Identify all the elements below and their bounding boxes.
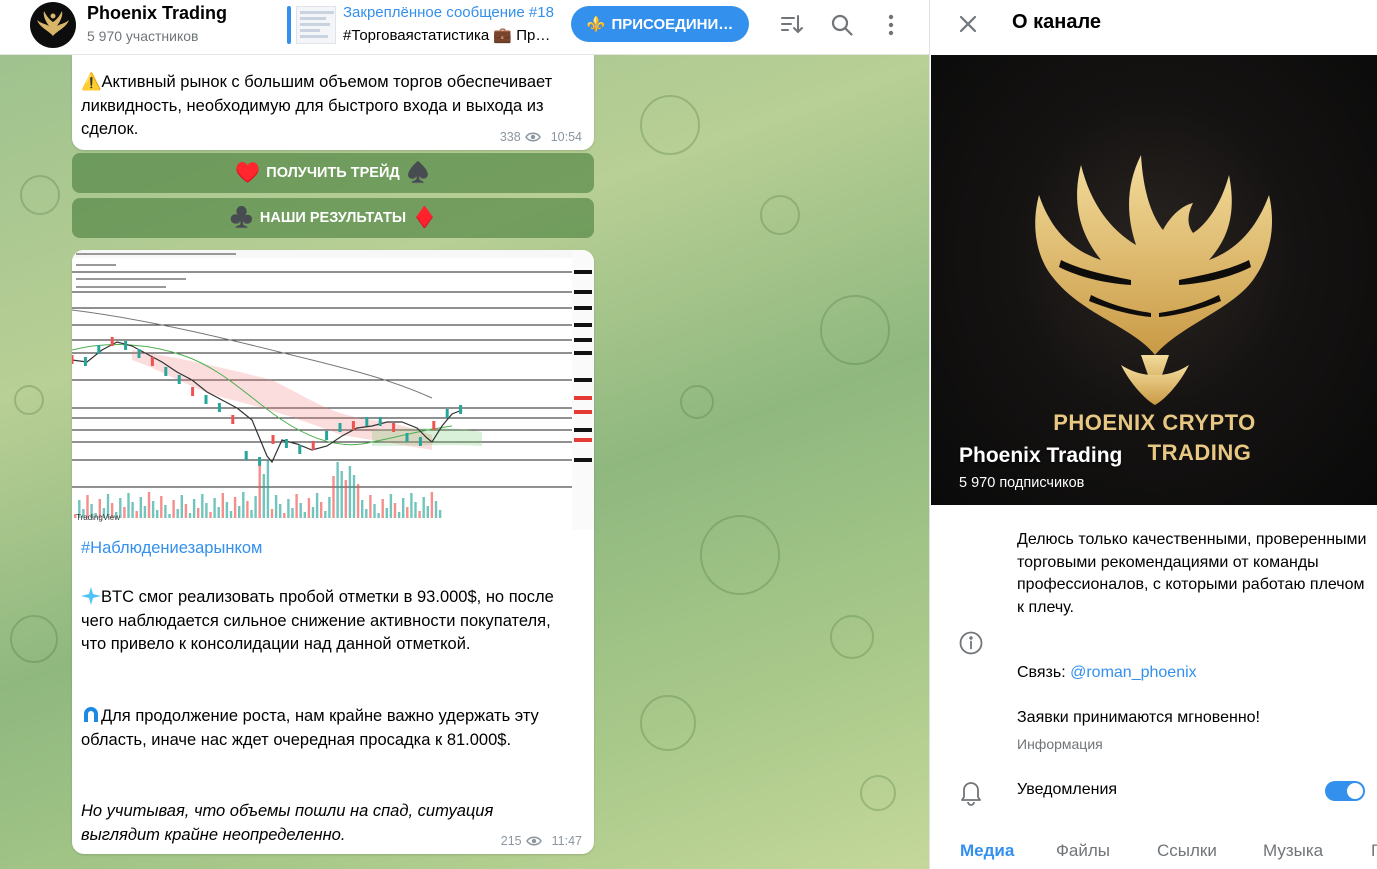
our-results-label: НАШИ РЕЗУЛЬТАТЫ bbox=[259, 210, 407, 226]
message-bubble[interactable]: ⚠️Активный рынок с большим объемом торго… bbox=[72, 55, 594, 150]
info-title: О канале bbox=[1012, 11, 1102, 33]
info-section-label: Информация bbox=[1017, 736, 1103, 752]
our-results-button[interactable]: ♣️ НАШИ РЕЗУЛЬТАТЫ ♦️ bbox=[72, 198, 594, 238]
contact-line: Связь: @roman_phoenix bbox=[1017, 664, 1197, 682]
requests-note: Заявки принимаются мгновенно! bbox=[1017, 709, 1260, 726]
message-paragraph: BTC смог реализовать пробой отметки в 93… bbox=[81, 587, 554, 653]
tab-files[interactable]: Файлы bbox=[1056, 841, 1110, 861]
message-time: 10:54 bbox=[550, 130, 582, 144]
heart-icon: ♥️ bbox=[235, 162, 261, 184]
phoenix-logo-icon bbox=[37, 11, 69, 36]
info-icon bbox=[958, 630, 984, 656]
notifications-label: Уведомления bbox=[1017, 781, 1118, 798]
view-count: 215 bbox=[500, 834, 522, 848]
hashtag-link[interactable]: #Наблюдениезарынком bbox=[81, 539, 262, 558]
fleur-de-lis-icon: ⚜️ bbox=[586, 16, 606, 33]
join-button[interactable]: ⚜️ ПРИСОЕДИНИ… bbox=[571, 6, 749, 42]
tab-music[interactable]: Музыка bbox=[1263, 841, 1323, 861]
tab-links[interactable]: Ссылки bbox=[1157, 841, 1217, 861]
join-button-label: ПРИСОЕДИНИ… bbox=[611, 15, 734, 33]
channel-avatar[interactable] bbox=[30, 2, 76, 48]
pinned-indicator bbox=[287, 6, 291, 44]
spade-icon: ♠️ bbox=[405, 162, 431, 184]
get-trade-label: ПОЛУЧИТЬ ТРЕЙД bbox=[266, 165, 400, 181]
notifications-toggle[interactable] bbox=[1325, 781, 1365, 801]
message-time: 11:47 bbox=[551, 834, 582, 848]
channel-cover-image[interactable]: PHOENIX CRYPTO TRADING Phoenix Trading 5… bbox=[931, 55, 1377, 505]
channel-name: Phoenix Trading bbox=[959, 444, 1123, 467]
diamond-icon: ♦️ bbox=[412, 207, 437, 229]
phoenix-emblem-icon bbox=[1035, 155, 1273, 405]
pinned-message-text[interactable]: #Торговаястатистика 💼 Пр… bbox=[343, 26, 563, 44]
message-meta: 215 11:47 bbox=[501, 834, 582, 848]
sparkle-icon bbox=[81, 587, 101, 605]
club-icon: ♣️ bbox=[229, 207, 254, 229]
message-paragraph: Для продолжение роста, нам крайне важно … bbox=[81, 707, 539, 749]
view-count: 338 bbox=[499, 130, 521, 144]
cover-brand-line-1: PHOENIX CRYPTO bbox=[1053, 410, 1256, 435]
contact-label: Связь: bbox=[1017, 664, 1066, 681]
tab-more[interactable]: Г bbox=[1371, 841, 1377, 861]
media-tabs: Медиа Файлы Ссылки Музыка Г bbox=[930, 830, 1377, 869]
channel-description: Делюсь только качественными, проверенным… bbox=[1017, 531, 1367, 616]
message-bubble[interactable]: TradingView #Наблюдениезарынком BTC смог… bbox=[72, 250, 594, 854]
chat-title[interactable]: Phoenix Trading bbox=[87, 3, 227, 24]
message-meta: 338 10:54 bbox=[500, 130, 582, 144]
sort-filter-icon[interactable] bbox=[779, 12, 805, 38]
chart-caption: TradingView bbox=[76, 513, 120, 522]
subscriber-count: 5 970 подписчиков bbox=[959, 475, 1085, 491]
search-icon[interactable] bbox=[829, 12, 855, 38]
member-count: 5 970 участников bbox=[87, 28, 199, 44]
warning-icon: ⚠️ bbox=[81, 73, 102, 91]
channel-info-panel: О канале PHOENIX CRYPTO TRADING Phoenix … bbox=[929, 0, 1377, 869]
magnet-icon bbox=[84, 707, 98, 722]
eye-icon bbox=[524, 132, 541, 142]
close-icon[interactable] bbox=[954, 10, 982, 38]
tab-media[interactable]: Медиа bbox=[960, 841, 1014, 861]
info-header: О канале bbox=[930, 0, 1377, 55]
message-paragraph: Но учитывая, что объемы пошли на спад, с… bbox=[81, 802, 494, 844]
chat-header: Phoenix Trading 5 970 участников Закрепл… bbox=[0, 0, 929, 55]
more-options-icon[interactable] bbox=[878, 12, 904, 38]
chart-screenshot-image[interactable]: TradingView bbox=[72, 250, 594, 530]
eye-icon bbox=[525, 836, 542, 846]
pinned-thumbnail[interactable] bbox=[296, 6, 336, 44]
chat-column: Phoenix Trading 5 970 участников Закрепл… bbox=[0, 0, 929, 869]
bell-icon bbox=[958, 778, 984, 806]
get-trade-button[interactable]: ♥️ ПОЛУЧИТЬ ТРЕЙД ♠️ bbox=[72, 153, 594, 193]
pinned-message-title[interactable]: Закреплённое сообщение #18 bbox=[343, 4, 567, 21]
contact-link[interactable]: @roman_phoenix bbox=[1070, 664, 1197, 681]
